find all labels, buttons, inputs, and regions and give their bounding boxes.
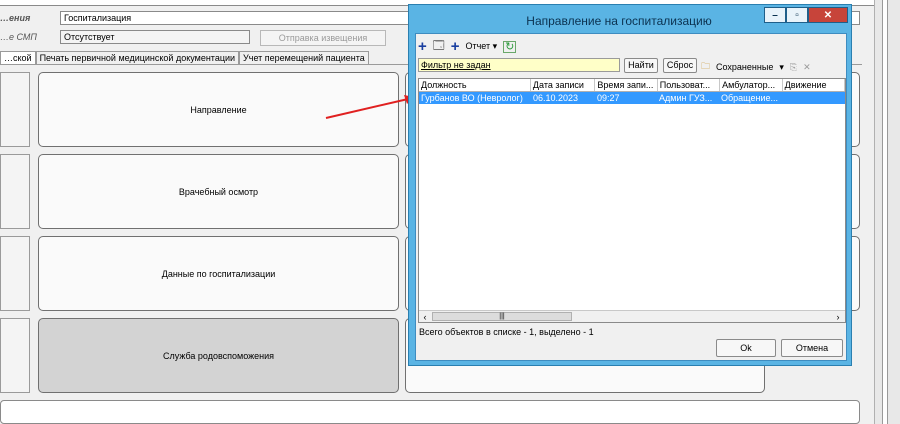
left-stub-2[interactable]: [0, 154, 30, 229]
tab-partial[interactable]: …ской: [0, 51, 36, 64]
column-header-user[interactable]: Пользоват...: [658, 79, 721, 91]
column-header-ambulatory[interactable]: Амбулатор...: [720, 79, 783, 91]
cell-time: 09:27: [597, 93, 620, 103]
filter-field[interactable]: Фильтр не задан: [418, 58, 620, 72]
save-filter-icon[interactable]: ⎘: [790, 62, 797, 73]
filter-label: Фильтр не задан: [421, 60, 491, 70]
tab-patient-moves[interactable]: Учет перемещений пациента: [239, 51, 369, 64]
scroll-thumb[interactable]: |||: [432, 312, 572, 321]
tab-strip: …ской Печать первичной медицинской докум…: [0, 51, 369, 64]
tab-print-docs[interactable]: Печать первичной медицинской документаци…: [35, 51, 240, 64]
red-arrow-annotation: [325, 95, 414, 119]
report-menu[interactable]: Отчет ▾: [465, 41, 497, 52]
hospitalization-data-button[interactable]: Данные по госпитализации: [38, 236, 399, 311]
cell-position: Гурбанов ВО (Невролог): [421, 93, 523, 103]
cell-movement: [781, 92, 843, 104]
notification-status-field[interactable]: Отсутствует: [60, 30, 250, 44]
dialog-toolbar: + 🗔 + Отчет ▾ ↻: [418, 37, 517, 56]
hospitalization-dialog: Направление на госпитализацию – ▫ ✕ + 🗔 …: [408, 4, 852, 366]
column-header-movement[interactable]: Движение: [783, 79, 846, 91]
edit-form-icon[interactable]: 🗔: [433, 37, 445, 56]
horizontal-scrollbar[interactable]: ‹ ||| ›: [419, 310, 845, 322]
close-button[interactable]: ✕: [808, 7, 848, 23]
left-stub-1[interactable]: [0, 72, 30, 147]
cancel-button[interactable]: Отмена: [781, 339, 843, 357]
cell-ambulatory: Обращение...: [721, 93, 778, 103]
minimize-button[interactable]: –: [764, 7, 786, 23]
scroll-left-icon[interactable]: ‹: [420, 312, 430, 322]
obstetric-service-button-label: Служба родовспоможения: [162, 350, 275, 361]
records-grid[interactable]: Должность Дата записи Время запи... Поль…: [418, 78, 846, 323]
cell-user: Админ ГУЗ...: [659, 93, 713, 103]
folder-icon: 🗀: [701, 61, 711, 71]
add-icon[interactable]: +: [418, 39, 427, 54]
column-header-position[interactable]: Должность: [419, 79, 531, 91]
referral-button-label: Направление: [190, 104, 247, 115]
column-header-time[interactable]: Время запи...: [595, 79, 658, 91]
send-notice-button[interactable]: Отправка извещения: [260, 30, 386, 46]
clear-filter-icon[interactable]: ✕: [803, 62, 811, 73]
bottom-panel: [0, 400, 860, 424]
obstetric-service-button[interactable]: Служба родовспоможения: [38, 318, 399, 393]
column-header-date[interactable]: Дата записи: [531, 79, 596, 91]
cell-date: 06.10.2023: [533, 93, 579, 103]
table-row[interactable]: Гурбанов ВО (Невролог) 06.10.2023 09:27 …: [419, 92, 845, 104]
hospitalization-data-button-label: Данные по госпитализации: [161, 268, 276, 279]
dialog-body: + 🗔 + Отчет ▾ ↻ Фильтр не задан Найти Сб…: [415, 33, 847, 361]
grid-header: Должность Дата записи Время запи... Поль…: [419, 79, 846, 92]
right-scroll-inner: [882, 0, 888, 424]
add-icon-2[interactable]: +: [451, 39, 460, 54]
maximize-button[interactable]: ▫: [786, 7, 808, 23]
dialog-title: Направление на госпитализацию: [526, 14, 712, 28]
field-label-smp: …е СМП: [0, 32, 37, 42]
saved-filters-menu[interactable]: 🗀 Сохраненные ▾ ⎘ ✕: [701, 59, 811, 75]
medical-exam-button-label: Врачебный осмотр: [178, 186, 259, 197]
reset-button[interactable]: Сброс: [663, 58, 697, 73]
dropdown-icon: ▾: [779, 61, 784, 72]
scroll-right-icon[interactable]: ›: [833, 312, 843, 322]
field-label-top: …ения: [0, 13, 31, 23]
left-stub-3[interactable]: [0, 236, 30, 311]
report-label: Отчет: [465, 41, 491, 51]
ok-button[interactable]: Ok: [716, 339, 776, 357]
left-stub-4[interactable]: [0, 318, 30, 393]
find-button[interactable]: Найти: [624, 58, 658, 73]
saved-filters-label: Сохраненные: [716, 62, 774, 72]
status-text: Всего объектов в списке - 1, выделено - …: [419, 327, 594, 337]
medical-exam-button[interactable]: Врачебный осмотр: [38, 154, 399, 229]
refresh-icon[interactable]: ↻: [503, 40, 517, 53]
